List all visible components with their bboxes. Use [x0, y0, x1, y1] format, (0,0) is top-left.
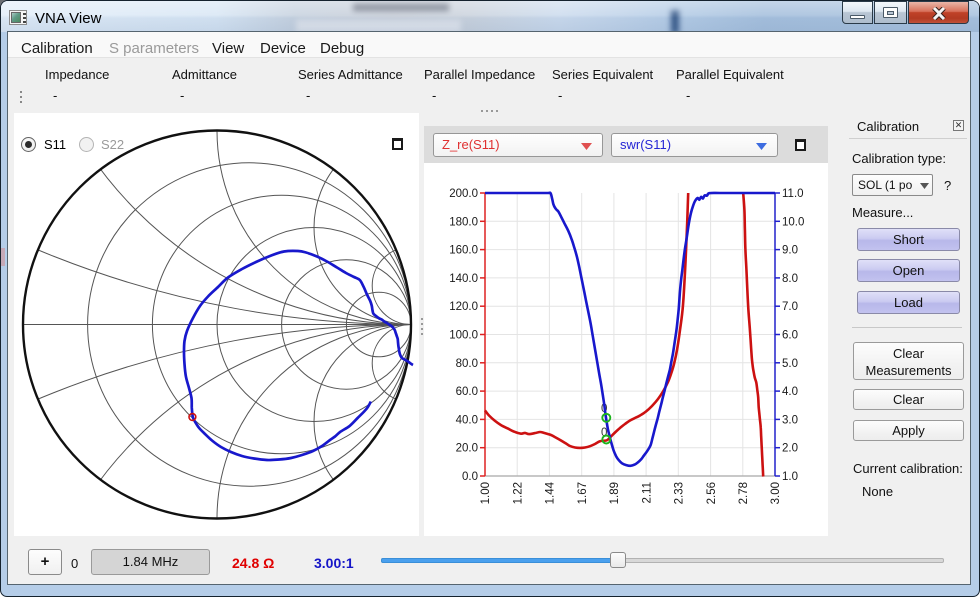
svg-text:200.0: 200.0	[449, 188, 478, 200]
svg-text:7.0: 7.0	[782, 301, 798, 313]
svg-text:5.0: 5.0	[782, 358, 798, 370]
svg-text:2.11: 2.11	[641, 482, 653, 504]
svg-text:1.67: 1.67	[577, 482, 589, 504]
svg-text:180.0: 180.0	[449, 216, 478, 228]
svg-text:1.89: 1.89	[609, 482, 621, 504]
svg-text:160.0: 160.0	[449, 245, 478, 257]
svg-text:2.56: 2.56	[706, 482, 718, 504]
svg-text:120.0: 120.0	[449, 301, 478, 313]
svg-text:2.0: 2.0	[782, 443, 798, 455]
svg-text:100.0: 100.0	[449, 330, 478, 342]
svg-text:3.0: 3.0	[782, 414, 798, 426]
svg-text:1.44: 1.44	[545, 481, 557, 504]
svg-text:60.0: 60.0	[456, 386, 478, 398]
svg-text:4.0: 4.0	[782, 386, 798, 398]
svg-text:1.0: 1.0	[782, 471, 798, 483]
svg-text:40.0: 40.0	[456, 414, 478, 426]
svg-text:11.0: 11.0	[782, 188, 804, 200]
svg-text:80.0: 80.0	[456, 358, 478, 370]
svg-text:9.0: 9.0	[782, 245, 798, 257]
svg-text:2.33: 2.33	[674, 482, 686, 504]
svg-text:6.0: 6.0	[782, 330, 798, 342]
svg-text:10.0: 10.0	[782, 216, 804, 228]
svg-text:0.0: 0.0	[462, 471, 478, 483]
svg-text:1.00: 1.00	[480, 482, 492, 504]
svg-text:8.0: 8.0	[782, 273, 798, 285]
svg-text:3.00: 3.00	[770, 482, 782, 504]
svg-text:140.0: 140.0	[449, 273, 478, 285]
svg-text:1.22: 1.22	[512, 482, 524, 504]
svg-text:20.0: 20.0	[456, 443, 478, 455]
svg-text:2.78: 2.78	[738, 482, 750, 504]
